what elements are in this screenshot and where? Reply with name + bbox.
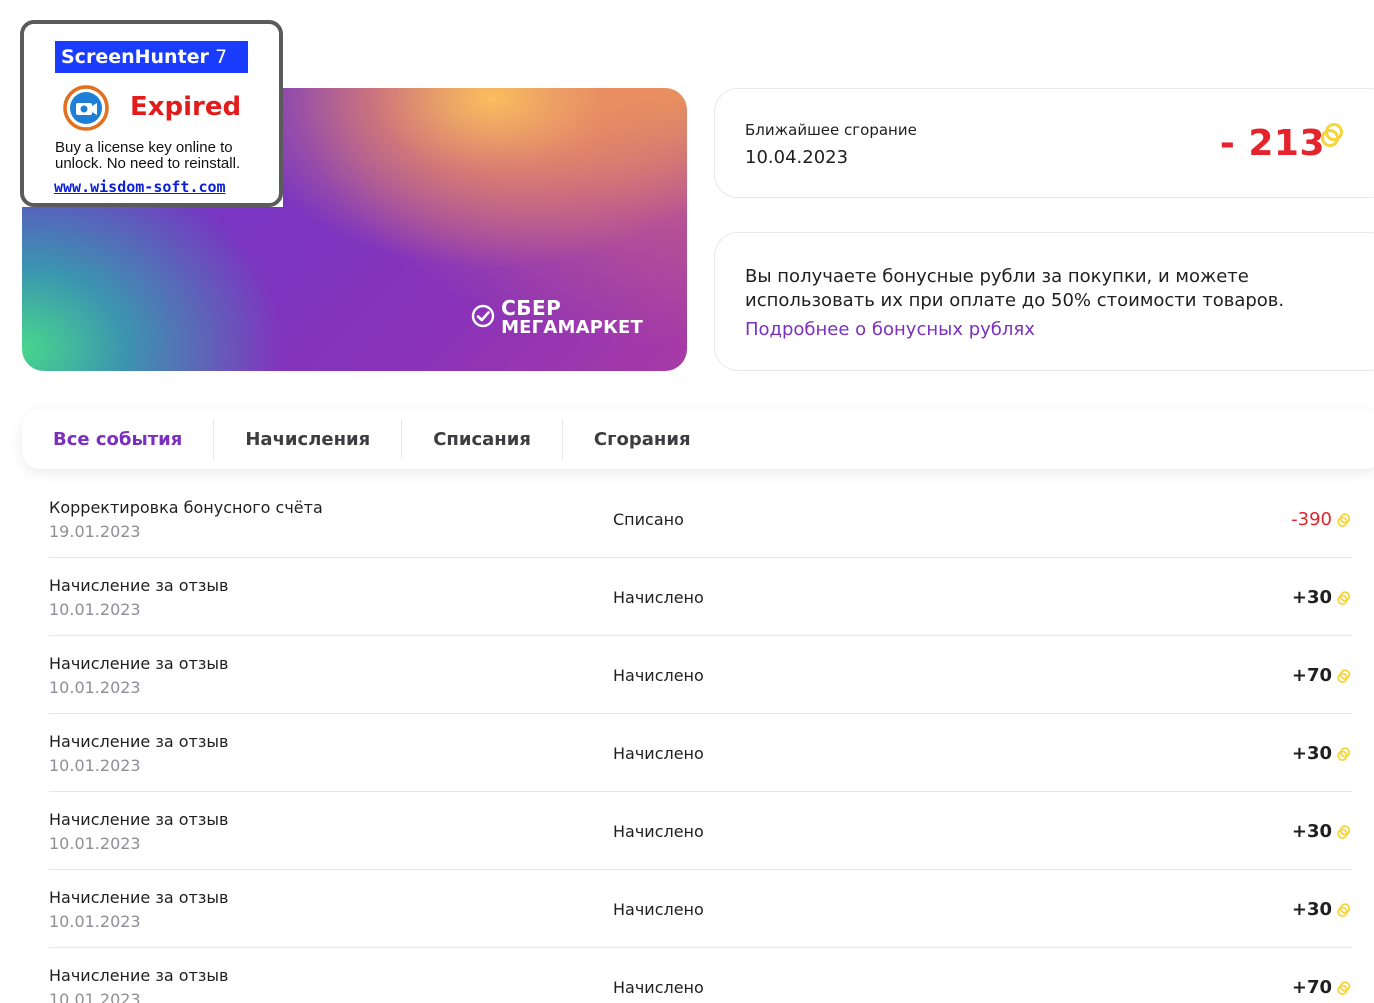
event-status: Начислено [613, 666, 704, 685]
bonus-coin-icon [1337, 669, 1351, 684]
bonus-info-link[interactable]: Подробнее о бонусных рублях [745, 319, 1035, 340]
screenhunter-title: ScreenHunter 7 Pro [55, 41, 248, 100]
events-tabs: Все события Начисления Списания Сгорания [22, 409, 1374, 469]
bonus-coin-icon [1321, 123, 1343, 147]
screenhunter-message: Buy a license key online to unlock. No n… [55, 139, 241, 172]
screenhunter-product: ScreenHunter [61, 46, 209, 68]
nearest-burn-label: Ближайшее сгорание [745, 121, 917, 139]
event-amount: +30 [1291, 743, 1332, 764]
event-date: 10.01.2023 [49, 678, 141, 697]
screenhunter-expired: Expired [130, 92, 242, 122]
event-date: 19.01.2023 [49, 522, 141, 541]
tab-burns[interactable]: Сгорания [563, 419, 722, 459]
screenhunter-url[interactable]: www.wisdom-soft.com [54, 178, 226, 196]
tab-accruals[interactable]: Начисления [214, 419, 403, 459]
event-amount: +30 [1291, 587, 1332, 608]
event-row: Корректировка бонусного счёта 19.01.2023 С… [49, 480, 1352, 558]
event-status: Начислено [613, 978, 704, 997]
event-status: Списано [613, 510, 684, 529]
event-row: Начисление за отзыв 10.01.2023 Начислено +7… [49, 948, 1352, 1003]
event-status: Начислено [613, 744, 704, 763]
bonus-coin-icon [1337, 747, 1351, 762]
event-title: Начисление за отзыв [49, 888, 229, 907]
event-date: 10.01.2023 [49, 990, 141, 1003]
event-amount: -390 [1291, 509, 1332, 530]
bonus-info-text: Вы получаете бонусные рубли за покупки, … [745, 266, 1285, 311]
bonus-coin-icon [1337, 981, 1351, 996]
brand-line-1: СБЕР [501, 296, 562, 320]
camera-icon [63, 85, 109, 131]
event-row: Начисление за отзыв 10.01.2023 Начислено +3… [49, 792, 1352, 870]
bonus-info-card: Вы получаете бонусные рубли за покупки, … [714, 232, 1374, 371]
event-status: Начислено [613, 822, 704, 841]
bonus-coin-icon [1337, 825, 1351, 840]
event-amount: +70 [1291, 977, 1332, 998]
bonus-coin-icon [1337, 591, 1351, 606]
event-title: Начисление за отзыв [49, 654, 229, 673]
event-date: 10.01.2023 [49, 912, 141, 931]
nearest-burn-value: - 213 [1219, 123, 1325, 164]
bonus-coin-icon [1337, 513, 1351, 528]
event-title: Начисление за отзыв [49, 810, 229, 829]
event-status: Начислено [613, 900, 704, 919]
event-row: Начисление за отзыв 10.01.2023 Начислено +3… [49, 558, 1352, 636]
event-date: 10.01.2023 [49, 834, 141, 853]
event-status: Начислено [613, 588, 704, 607]
event-title: Корректировка бонусного счёта [49, 498, 323, 517]
bonus-coin-icon [1337, 903, 1351, 918]
event-row: Начисление за отзыв 10.01.2023 Начислено +7… [49, 636, 1352, 714]
event-title: Начисление за отзыв [49, 576, 229, 595]
nearest-burn-card: Ближайшее сгорание 10.04.2023 - 213 [714, 88, 1374, 198]
event-title: Начисление за отзыв [49, 732, 229, 751]
event-row: Начисление за отзыв 10.01.2023 Начислено +3… [49, 870, 1352, 948]
sber-check-icon [471, 304, 495, 328]
tab-debits[interactable]: Списания [402, 419, 563, 459]
event-date: 10.01.2023 [49, 600, 141, 619]
event-amount: +30 [1291, 821, 1332, 842]
event-amount: +30 [1291, 899, 1332, 920]
tab-all-events[interactable]: Все события [22, 419, 215, 459]
brand-line-2: МЕГАМАРКЕТ [501, 317, 643, 338]
event-row: Начисление за отзыв 10.01.2023 Начислено +3… [49, 714, 1352, 792]
nearest-burn-date: 10.04.2023 [745, 147, 849, 168]
screenhunter-expired-overlay: ScreenHunter 7 Pro Expired Buy a license… [20, 20, 283, 207]
screenhunter-box: ScreenHunter 7 Pro Expired Buy a license… [20, 20, 283, 207]
event-amount: +70 [1291, 665, 1332, 686]
events-list: Корректировка бонусного счёта 19.01.2023 С… [49, 480, 1352, 1003]
sber-megamarket-logo: СБЕР МЕГАМАРКЕТ [471, 298, 643, 337]
event-date: 10.01.2023 [49, 756, 141, 775]
event-title: Начисление за отзыв [49, 966, 229, 985]
